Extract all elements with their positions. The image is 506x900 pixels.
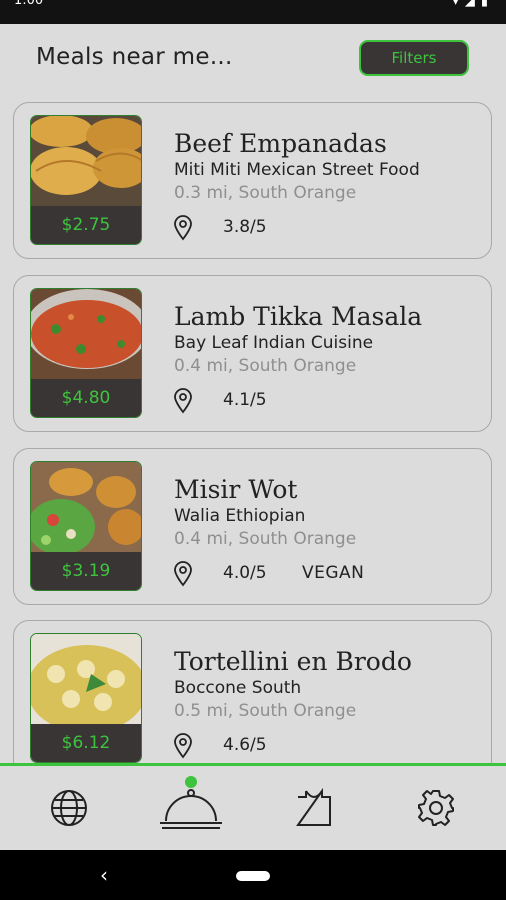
meal-name: Beef Empanadas xyxy=(174,129,387,158)
header: Meals near me... Filters xyxy=(0,24,506,98)
back-icon[interactable]: ‹ xyxy=(100,863,108,887)
price-badge: $2.75 xyxy=(31,206,141,244)
tab-meals[interactable] xyxy=(155,780,227,840)
price-badge: $6.12 xyxy=(31,724,141,762)
restaurant-name: Bay Leaf Indian Cuisine xyxy=(174,333,374,353)
tab-explore[interactable] xyxy=(40,780,98,840)
tab-settings[interactable] xyxy=(410,780,462,840)
rating-text: 3.8/5 xyxy=(223,217,267,237)
bag-icon xyxy=(294,787,334,833)
meal-name: Misir Wot xyxy=(174,475,298,504)
battery-icon: ▮ xyxy=(480,0,494,9)
price-badge: $4.80 xyxy=(31,379,141,417)
status-time: 1:00 xyxy=(14,0,44,8)
restaurant-name: Walia Ethiopian xyxy=(174,506,306,526)
meal-name: Tortellini en Brodo xyxy=(174,647,412,676)
tortellini-photo: $6.12 xyxy=(30,633,142,763)
location-pin-icon[interactable] xyxy=(172,733,194,763)
distance-text: 0.3 mi, South Orange xyxy=(174,183,357,203)
signal-icon: ◢ xyxy=(464,0,481,9)
meal-card[interactable]: $6.12 Tortellini en Brodo Boccone South … xyxy=(13,620,492,763)
tab-orders[interactable] xyxy=(288,780,340,840)
distance-text: 0.4 mi, South Orange xyxy=(174,529,357,549)
meal-list[interactable]: $2.75 Beef Empanadas Miti Miti Mexican S… xyxy=(0,98,506,763)
diet-tag: VEGAN xyxy=(302,563,365,583)
price-badge: $3.19 xyxy=(31,552,141,590)
rating-text: 4.6/5 xyxy=(223,735,267,755)
meal-name: Lamb Tikka Masala xyxy=(174,302,423,331)
rating-text: 4.0/5 xyxy=(223,563,267,583)
gear-icon xyxy=(416,788,456,832)
filters-button[interactable]: Filters xyxy=(359,40,469,76)
status-bar: 1:00 ▾◢▮ xyxy=(0,0,506,24)
tikka-masala-photo: $4.80 xyxy=(30,288,142,418)
distance-text: 0.4 mi, South Orange xyxy=(174,356,357,376)
location-pin-icon[interactable] xyxy=(172,561,194,591)
cloche-icon xyxy=(158,785,224,835)
meal-card[interactable]: $4.80 Lamb Tikka Masala Bay Leaf Indian … xyxy=(13,275,492,432)
empanadas-photo: $2.75 xyxy=(30,115,142,245)
bottom-tab-bar xyxy=(0,766,506,850)
wifi-icon: ▾ xyxy=(452,0,465,9)
system-nav-bar: ‹ xyxy=(0,850,506,900)
restaurant-name: Boccone South xyxy=(174,678,302,698)
location-pin-icon[interactable] xyxy=(172,388,194,418)
status-icons: ▾◢▮ xyxy=(452,0,494,9)
rating-text: 4.1/5 xyxy=(223,390,267,410)
distance-text: 0.5 mi, South Orange xyxy=(174,701,357,721)
globe-icon xyxy=(49,788,89,832)
meal-card[interactable]: $3.19 Misir Wot Walia Ethiopian 0.4 mi, … xyxy=(13,448,492,605)
page-title: Meals near me... xyxy=(36,44,233,70)
misir-wot-photo: $3.19 xyxy=(30,461,142,591)
home-pill-icon[interactable] xyxy=(236,871,270,881)
restaurant-name: Miti Miti Mexican Street Food xyxy=(174,160,420,180)
meal-card[interactable]: $2.75 Beef Empanadas Miti Miti Mexican S… xyxy=(13,102,492,259)
location-pin-icon[interactable] xyxy=(172,215,194,245)
